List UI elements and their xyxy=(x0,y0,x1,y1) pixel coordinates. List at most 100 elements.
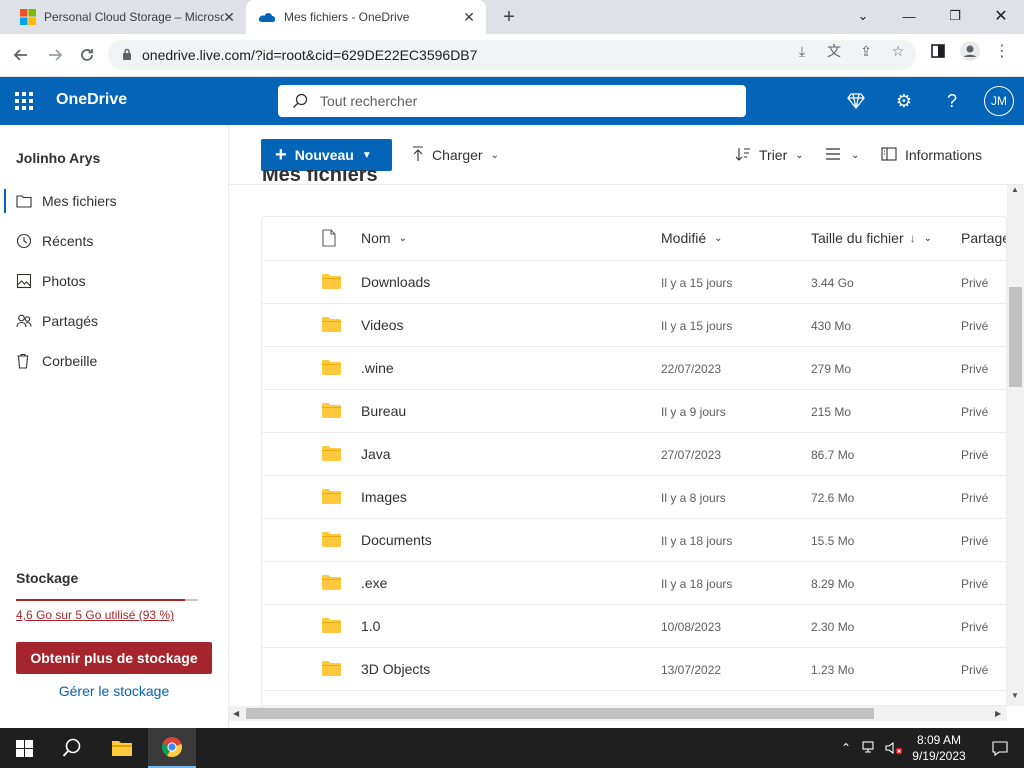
reload-icon[interactable] xyxy=(72,40,102,70)
horizontal-scrollbar-thumb[interactable] xyxy=(246,708,874,719)
column-header-name[interactable]: Nom ⌄ xyxy=(361,230,407,246)
taskbar-search-icon[interactable] xyxy=(48,728,96,768)
storage-usage-link[interactable]: 4,6 Go sur 5 Go utilisé (93 %) xyxy=(16,608,174,622)
premium-diamond-icon[interactable] xyxy=(844,89,868,113)
side-panel-icon[interactable] xyxy=(928,41,948,61)
file-modified: Il y a 18 jours xyxy=(661,577,733,591)
system-clock[interactable]: 8:09 AM 9/19/2023 xyxy=(906,732,972,764)
file-row[interactable]: Downloads Il y a 15 jours 3.44 Go Privé xyxy=(262,261,1006,304)
file-name[interactable]: .exe xyxy=(361,575,387,591)
share-icon[interactable]: ⇪ xyxy=(856,41,876,61)
get-more-storage-button[interactable]: Obtenir plus de stockage xyxy=(16,642,212,674)
install-app-icon[interactable]: ⤓ xyxy=(792,41,812,61)
sidebar-item-label: Photos xyxy=(42,273,86,289)
file-name[interactable]: Images xyxy=(361,489,407,505)
file-row[interactable]: .wine 22/07/2023 279 Mo Privé xyxy=(262,347,1006,390)
file-name[interactable]: Java xyxy=(361,446,391,462)
chevron-down-icon: ⌄ xyxy=(490,149,499,161)
file-row[interactable]: 3D Objects 13/07/2022 1.23 Mo Privé xyxy=(262,648,1006,691)
scroll-up-arrow-icon[interactable]: ▲ xyxy=(1011,185,1019,194)
file-explorer-icon[interactable] xyxy=(98,728,146,768)
file-name[interactable]: Documents xyxy=(361,532,432,548)
vertical-scrollbar-thumb[interactable] xyxy=(1009,287,1022,387)
column-header-sharing[interactable]: Partage xyxy=(961,230,1006,246)
file-name[interactable]: 3D Objects xyxy=(361,661,430,677)
sidebar-item-recent[interactable]: Récents xyxy=(0,223,228,259)
file-row[interactable]: Bureau Il y a 9 jours 215 Mo Privé xyxy=(262,390,1006,433)
minimize-icon[interactable]: — xyxy=(886,0,932,32)
bookmark-star-icon[interactable]: ☆ xyxy=(888,41,908,61)
file-sharing: Privé xyxy=(961,620,989,634)
scroll-left-arrow-icon[interactable]: ◀ xyxy=(233,709,239,718)
file-row[interactable]: Java 27/07/2023 86.7 Mo Privé xyxy=(262,433,1006,476)
folder-icon xyxy=(322,360,341,375)
sort-button[interactable]: Trier ⌄ xyxy=(735,139,804,171)
windows-start-icon[interactable] xyxy=(0,728,48,768)
file-row[interactable]: Images Il y a 8 jours 72.6 Mo Privé xyxy=(262,476,1006,519)
file-name[interactable]: Downloads xyxy=(361,274,430,290)
scroll-down-arrow-icon[interactable]: ▼ xyxy=(1011,691,1019,700)
file-row[interactable]: Videos Il y a 15 jours 430 Mo Privé xyxy=(262,304,1006,347)
sidebar-item-my-files[interactable]: Mes fichiers xyxy=(0,183,228,219)
browser-tab-strip: Personal Cloud Storage – Microsoft ✕ Mes… xyxy=(0,0,1024,34)
file-name[interactable]: Videos xyxy=(361,317,404,333)
browser-tab-inactive[interactable]: Personal Cloud Storage – Microsoft ✕ xyxy=(8,0,246,34)
info-button[interactable]: Informations xyxy=(881,139,982,171)
translate-icon[interactable]: 文 xyxy=(824,41,844,61)
sidebar-item-recycle-bin[interactable]: Corbeille xyxy=(0,343,228,379)
shared-icon xyxy=(16,313,36,329)
brand-title[interactable]: OneDrive xyxy=(56,91,127,109)
info-label: Informations xyxy=(905,147,983,163)
upload-icon xyxy=(412,145,424,165)
app-launcher-icon[interactable] xyxy=(12,89,36,113)
volume-muted-icon[interactable] xyxy=(882,728,906,768)
close-window-icon[interactable]: ✕ xyxy=(978,0,1024,32)
onedrive-cloud-icon xyxy=(258,13,276,22)
column-header-label: Modifié xyxy=(661,230,707,246)
file-modified: Il y a 9 jours xyxy=(661,405,726,419)
manage-storage-link[interactable]: Gérer le stockage xyxy=(16,683,212,699)
column-header-size[interactable]: Taille du fichier ↓ ⌄ xyxy=(811,230,932,246)
upload-button[interactable]: Charger ⌄ xyxy=(412,139,499,171)
storage-title: Stockage xyxy=(16,570,79,586)
file-row[interactable]: 1.0 10/08/2023 2.30 Mo Privé xyxy=(262,605,1006,648)
vertical-scrollbar[interactable]: ▲ ▼ xyxy=(1007,185,1024,706)
close-tab-icon[interactable]: ✕ xyxy=(460,8,478,26)
column-header-modified[interactable]: Modifié ⌄ xyxy=(661,230,723,246)
file-name[interactable]: 1.0 xyxy=(361,618,380,634)
folder-icon xyxy=(322,274,341,289)
profile-icon[interactable] xyxy=(960,41,980,61)
browser-tab-active[interactable]: Mes fichiers - OneDrive ✕ xyxy=(246,0,486,34)
chrome-icon[interactable] xyxy=(148,728,196,768)
file-name[interactable]: .wine xyxy=(361,360,394,376)
file-name[interactable]: Bureau xyxy=(361,403,406,419)
sidebar-item-label: Partagés xyxy=(42,313,99,329)
recycle-bin-icon xyxy=(16,353,36,369)
avatar[interactable]: JM xyxy=(984,86,1014,116)
chevron-down-icon: ⌄ xyxy=(714,232,723,244)
settings-gear-icon[interactable]: ⚙ xyxy=(892,89,916,113)
file-row[interactable]: Documents Il y a 18 jours 15.5 Mo Privé xyxy=(262,519,1006,562)
sidebar-item-photos[interactable]: Photos xyxy=(0,263,228,299)
file-row[interactable]: .exe Il y a 18 jours 8.29 Mo Privé xyxy=(262,562,1006,605)
show-hidden-icons-icon[interactable]: ⌃ xyxy=(834,728,858,768)
new-tab-icon[interactable]: + xyxy=(498,6,520,28)
sidebar-item-shared[interactable]: Partagés xyxy=(0,303,228,339)
scroll-right-arrow-icon[interactable]: ▶ xyxy=(995,709,1001,718)
notifications-icon[interactable] xyxy=(976,728,1024,768)
back-icon[interactable] xyxy=(6,40,36,70)
file-modified: 13/07/2022 xyxy=(661,663,722,677)
forward-icon[interactable] xyxy=(40,40,70,70)
new-button[interactable]: + Nouveau ▼ xyxy=(261,139,392,171)
tab-search-icon[interactable]: ⌄ xyxy=(840,0,886,32)
file-type-column-header[interactable] xyxy=(322,229,336,247)
file-modified: Il y a 15 jours xyxy=(661,276,733,290)
restore-icon[interactable]: ❐ xyxy=(932,0,978,32)
search-input[interactable]: Tout rechercher xyxy=(278,85,746,117)
help-icon[interactable]: ? xyxy=(940,89,964,113)
browser-menu-icon[interactable]: ⋮ xyxy=(992,41,1012,61)
network-icon[interactable] xyxy=(858,728,882,768)
view-options-button[interactable]: ⌄ xyxy=(825,139,859,171)
close-tab-icon[interactable]: ✕ xyxy=(220,8,238,26)
recent-icon xyxy=(16,233,36,249)
